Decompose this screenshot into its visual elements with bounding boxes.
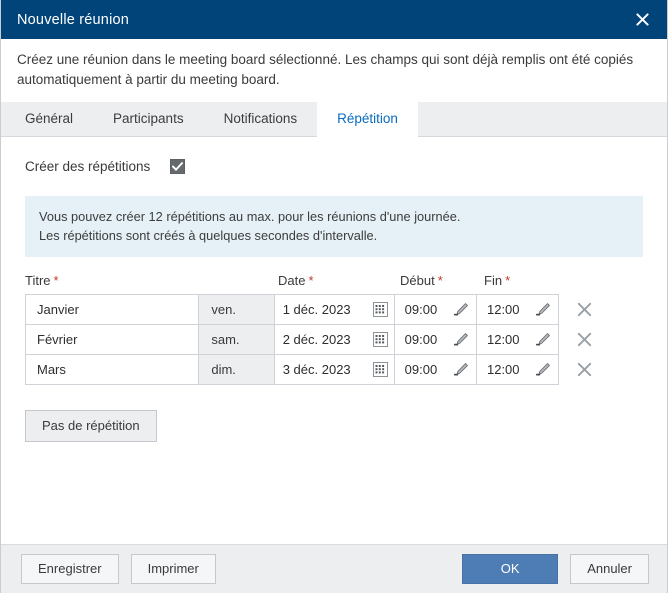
tab-panel-repetition: Créer des répétitions Vous pouvez créer … bbox=[1, 137, 667, 544]
pencil-icon[interactable] bbox=[453, 302, 469, 317]
create-repetitions-checkbox[interactable] bbox=[170, 159, 186, 174]
row-title-input[interactable]: Janvier bbox=[25, 294, 200, 325]
row-title-input[interactable]: Mars bbox=[25, 354, 200, 385]
row-date-input[interactable]: 2 déc. 2023 bbox=[273, 324, 395, 355]
row-end-time-value: 12:00 bbox=[486, 332, 520, 347]
table-row: Mars dim. 3 déc. 2023 09:00 12:00 bbox=[25, 354, 601, 385]
print-button[interactable]: Imprimer bbox=[130, 554, 216, 584]
calendar-icon[interactable] bbox=[372, 302, 388, 317]
pencil-icon[interactable] bbox=[453, 362, 469, 377]
column-header-delete bbox=[568, 273, 601, 288]
row-start-time-value: 09:00 bbox=[404, 302, 438, 317]
pencil-icon[interactable] bbox=[536, 332, 551, 347]
row-end-time-input[interactable]: 12:00 bbox=[475, 294, 560, 325]
tab-general[interactable]: Général bbox=[5, 102, 93, 136]
row-delete-button[interactable] bbox=[568, 294, 601, 325]
close-icon[interactable] bbox=[577, 362, 592, 377]
row-weekday: dim. bbox=[198, 354, 275, 385]
tab-participants[interactable]: Participants bbox=[93, 102, 204, 136]
column-header-start: Début * bbox=[400, 273, 443, 288]
dialog-titlebar: Nouvelle réunion bbox=[1, 0, 667, 39]
row-date-value: 1 déc. 2023 bbox=[282, 302, 351, 317]
info-message: Vous pouvez créer 12 répétitions au max.… bbox=[25, 196, 643, 257]
column-header-title: Titre * bbox=[25, 273, 59, 288]
required-marker: * bbox=[505, 273, 511, 288]
table-header-row: Titre * Date * Début * Fin * bbox=[25, 273, 601, 295]
dialog-title: Nouvelle réunion bbox=[17, 11, 130, 28]
info-line-2: Les répétitions sont créés à quelques se… bbox=[39, 228, 378, 243]
dialog-footer: Enregistrer Imprimer OK Annuler bbox=[1, 544, 667, 593]
row-weekday: sam. bbox=[198, 324, 275, 355]
new-meeting-dialog: Nouvelle réunion Créez une réunion dans … bbox=[0, 0, 668, 593]
row-start-time-input[interactable]: 09:00 bbox=[393, 354, 477, 385]
column-header-end: Fin * bbox=[484, 273, 511, 288]
row-weekday: ven. bbox=[198, 294, 275, 325]
tab-repetition[interactable]: Répétition bbox=[317, 102, 418, 137]
row-date-input[interactable]: 3 déc. 2023 bbox=[273, 354, 395, 385]
pencil-icon[interactable] bbox=[453, 332, 469, 347]
row-end-time-value: 12:00 bbox=[486, 302, 520, 317]
row-date-value: 3 déc. 2023 bbox=[282, 362, 351, 377]
column-header-date: Date * bbox=[278, 273, 314, 288]
required-marker: * bbox=[53, 273, 59, 288]
close-icon[interactable] bbox=[577, 332, 592, 347]
close-icon[interactable] bbox=[631, 9, 653, 31]
close-icon[interactable] bbox=[577, 302, 592, 317]
pencil-icon[interactable] bbox=[536, 362, 551, 377]
row-date-input[interactable]: 1 déc. 2023 bbox=[273, 294, 395, 325]
create-repetitions-label: Créer des répétitions bbox=[25, 159, 151, 174]
row-title-input[interactable]: Février bbox=[25, 324, 200, 355]
ok-button[interactable]: OK bbox=[462, 554, 559, 584]
required-marker: * bbox=[437, 273, 443, 288]
row-start-time-value: 09:00 bbox=[404, 332, 438, 347]
pencil-icon[interactable] bbox=[536, 302, 551, 317]
info-line-1: Vous pouvez créer 12 répétitions au max.… bbox=[39, 209, 461, 224]
save-button[interactable]: Enregistrer bbox=[21, 554, 119, 584]
table-row: Janvier ven. 1 déc. 2023 09:00 12:00 bbox=[25, 294, 601, 325]
tab-bar: Général Participants Notifications Répét… bbox=[1, 102, 667, 137]
row-end-time-value: 12:00 bbox=[486, 362, 520, 377]
dialog-description: Créez une réunion dans le meeting board … bbox=[17, 52, 634, 87]
row-end-time-input[interactable]: 12:00 bbox=[475, 324, 560, 355]
cancel-button[interactable]: Annuler bbox=[570, 554, 649, 584]
required-marker: * bbox=[308, 273, 314, 288]
column-header-spacer bbox=[201, 273, 278, 288]
row-start-time-input[interactable]: 09:00 bbox=[393, 324, 477, 355]
no-repetition-button[interactable]: Pas de répétition bbox=[25, 410, 157, 442]
row-end-time-input[interactable]: 12:00 bbox=[475, 354, 560, 385]
repetitions-table: Titre * Date * Début * Fin * Janvier ven. 1 … bbox=[25, 273, 601, 385]
calendar-icon[interactable] bbox=[372, 362, 388, 377]
row-delete-button[interactable] bbox=[568, 324, 601, 355]
table-row: Février sam. 2 déc. 2023 09:00 12:00 bbox=[25, 324, 601, 355]
row-start-time-value: 09:00 bbox=[404, 362, 438, 377]
calendar-icon[interactable] bbox=[372, 332, 388, 347]
row-start-time-input[interactable]: 09:00 bbox=[393, 294, 477, 325]
tab-notifications[interactable]: Notifications bbox=[204, 102, 318, 136]
create-repetitions-row: Créer des répétitions bbox=[1, 137, 667, 174]
row-delete-button[interactable] bbox=[568, 354, 601, 385]
row-date-value: 2 déc. 2023 bbox=[282, 332, 351, 347]
